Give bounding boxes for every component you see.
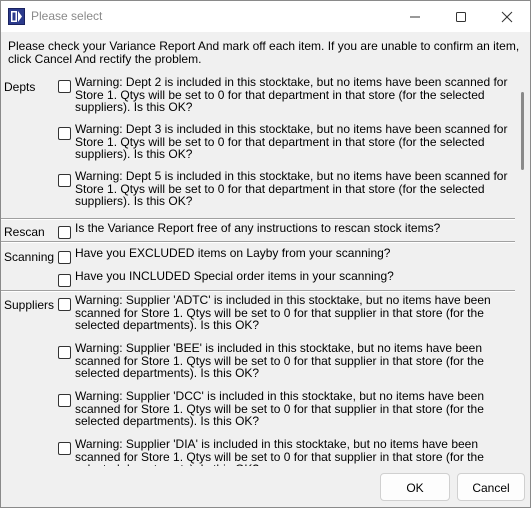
checkbox[interactable] [58, 442, 71, 455]
section-label-suppliers: Suppliers [4, 298, 55, 312]
item-text: Warning: Supplier 'DCC' is included in t… [75, 389, 485, 428]
section-label-rescan: Rescan [4, 225, 45, 239]
checkbox[interactable] [58, 226, 71, 239]
section-divider [1, 218, 515, 220]
instructions-text: Please check your Variance Report And ma… [8, 39, 520, 66]
scrollbar-thumb[interactable] [521, 92, 524, 170]
checkbox[interactable] [58, 394, 71, 407]
checkbox[interactable] [58, 80, 71, 93]
ok-button[interactable]: OK [380, 473, 450, 501]
item-text: Is the Variance Report free of any instr… [75, 221, 441, 235]
checkbox[interactable] [58, 298, 71, 311]
section-label-depts: Depts [4, 80, 36, 94]
item-text: Warning: Supplier 'BEE' is included in t… [75, 341, 484, 380]
checkbox[interactable] [58, 127, 71, 140]
maximize-button[interactable] [438, 1, 484, 32]
window-title: Please select [31, 9, 103, 23]
item-text: Warning: Dept 3 is included in this stoc… [75, 122, 508, 161]
item-text: Have you INCLUDED Special order items in… [75, 269, 394, 283]
minimize-button[interactable] [392, 1, 438, 32]
section-divider [1, 290, 515, 292]
item-text: Have you EXCLUDED items on Layby from yo… [75, 246, 391, 260]
close-icon [501, 11, 513, 23]
dialog-window: Please select Please check your Variance… [0, 0, 531, 508]
checkbox[interactable] [58, 251, 71, 264]
checkbox[interactable] [58, 274, 71, 287]
close-button[interactable] [484, 1, 530, 32]
vertical-scrollbar[interactable] [515, 74, 530, 466]
title-bar[interactable]: Please select [1, 1, 530, 32]
cancel-button[interactable]: Cancel [457, 473, 525, 501]
minimize-icon [410, 16, 420, 18]
section-label-scanning: Scanning [4, 250, 55, 264]
section-divider [1, 241, 515, 243]
maximize-icon [456, 12, 466, 22]
checkbox[interactable] [58, 346, 71, 359]
checkbox[interactable] [58, 174, 71, 187]
checklist-scroll-area[interactable]: Depts Warning: Dept 2 is included in thi… [1, 74, 530, 466]
app-icon [8, 8, 25, 25]
item-text: Warning: Supplier 'DIA' is included in t… [75, 437, 484, 466]
item-text: Warning: Dept 2 is included in this stoc… [75, 75, 508, 114]
item-text: Warning: Dept 5 is included in this stoc… [75, 169, 508, 208]
item-text: Warning: Supplier 'ADTC' is included in … [75, 293, 491, 332]
